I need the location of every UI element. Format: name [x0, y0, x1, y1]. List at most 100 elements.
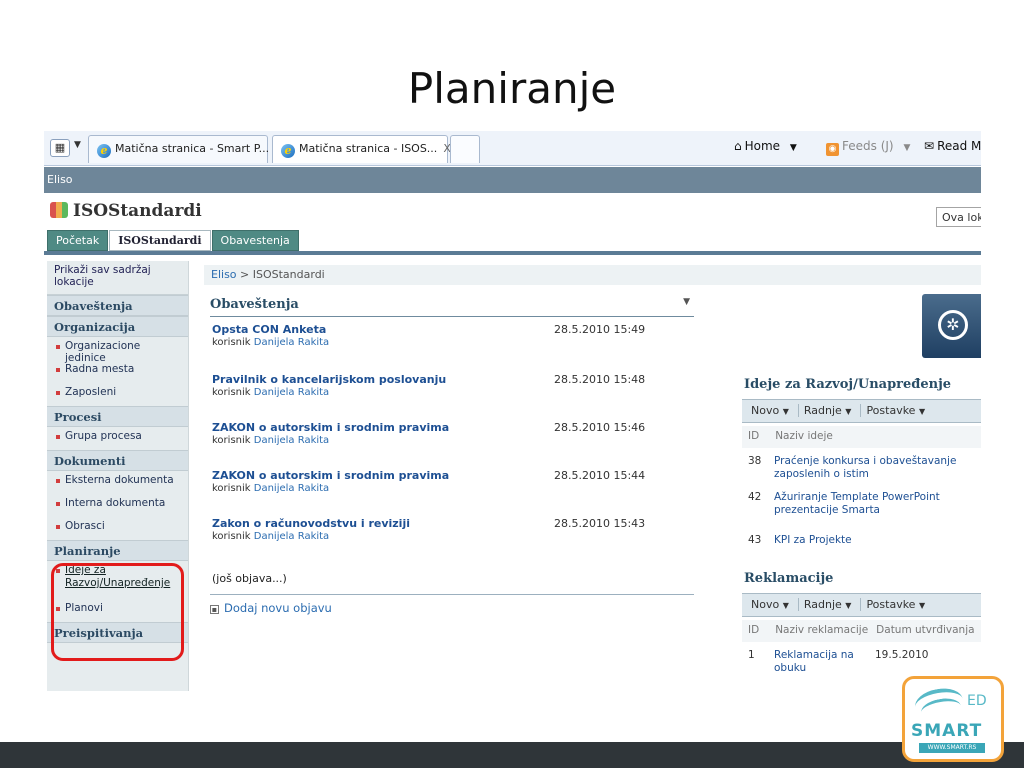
top-nav-pocetak[interactable]: Početak	[47, 230, 109, 251]
left-nav-item[interactable]: Zaposleni	[47, 383, 188, 406]
ie-icon: e	[281, 144, 295, 158]
search-scope-select[interactable]: Ova loka	[936, 207, 981, 227]
site-logo-icon	[50, 202, 68, 218]
author-link[interactable]: Danijela Rakita	[254, 387, 329, 398]
row-date: 19.5.2010	[875, 649, 929, 661]
row-name-link[interactable]: Reklamacija na obuku	[774, 649, 864, 675]
ideas-new-menu[interactable]: Novo ▼	[746, 404, 794, 417]
ideas-settings-menu[interactable]: Postavke ▼	[860, 404, 931, 417]
more-announcements-link[interactable]: (još objava...)	[212, 572, 287, 585]
chevron-down-icon[interactable]: ▼	[903, 143, 910, 153]
column-header-id[interactable]: ID	[746, 430, 759, 442]
row-id: 43	[748, 534, 762, 546]
column-header-name[interactable]: Naziv reklamacije	[775, 624, 868, 636]
left-nav-head-planiranje[interactable]: Planiranje	[47, 540, 188, 561]
author-link[interactable]: Danijela Rakita	[254, 435, 329, 446]
table-row: 42 Ažuriranje Template PowerPoint prezent…	[742, 491, 981, 521]
announcement-date: 28.5.2010 15:44	[554, 469, 646, 482]
menu-label: Radnje	[803, 598, 842, 611]
announcement-item: Zakon o računovodstvu i reviziji korisni…	[212, 517, 692, 542]
announcement-byline: korisnik Danijela Rakita	[212, 531, 692, 542]
site-logo[interactable]: ISOStandardi	[50, 201, 202, 221]
site-image: ✲	[922, 294, 981, 358]
left-nav-item[interactable]: Obrasci	[47, 517, 188, 540]
column-header-name[interactable]: Naziv ideje	[775, 430, 833, 442]
row-name-link[interactable]: Ažuriranje Template PowerPoint prezentac…	[774, 491, 974, 517]
menu-label: Radnje	[803, 404, 842, 417]
site-top-bar: Eliso	[44, 167, 981, 193]
browser-tab-bar: ▦ ▼ e Matična stranica - Smart P... e Mati…	[44, 131, 981, 166]
feeds-button[interactable]: ◉ Feeds (J) ▼	[826, 139, 910, 156]
row-name-link[interactable]: KPI za Projekte	[774, 534, 974, 547]
add-announcement-label: Dodaj novu objavu	[224, 601, 332, 615]
left-nav-head-organizacija[interactable]: Organizacija	[47, 316, 188, 337]
site-top-label[interactable]: Eliso	[47, 173, 73, 186]
ideas-column-headers: ID Naziv ideje	[742, 426, 981, 448]
logo-url: WWW.SMART.RS	[919, 743, 985, 753]
breadcrumb-separator: >	[236, 268, 253, 281]
chevron-down-icon[interactable]: ▼	[683, 297, 690, 307]
breadcrumb-current: ISOStandardi	[252, 268, 325, 281]
chevron-down-icon[interactable]: ▼	[790, 143, 797, 153]
browser-tab-1[interactable]: e Matična stranica - Smart P...	[88, 135, 269, 163]
ideas-title[interactable]: Ideje za Razvoj/Unapređenje	[744, 377, 951, 392]
add-announcement-link[interactable]: ▪ Dodaj novu objavu	[210, 601, 332, 615]
row-name-link[interactable]: Praćenje konkursa i obaveštavanje zaposl…	[774, 455, 974, 481]
new-tab-button[interactable]	[450, 135, 480, 163]
complaints-settings-menu[interactable]: Postavke ▼	[860, 598, 931, 611]
announcement-byline: korisnik Danijela Rakita	[212, 483, 692, 494]
left-nav-item[interactable]: Radna mesta	[47, 360, 188, 383]
logo-wordmark: SMART	[911, 721, 983, 741]
ideas-actions-menu[interactable]: Radnje ▼	[797, 404, 857, 417]
complaints-new-menu[interactable]: Novo ▼	[746, 598, 794, 611]
left-nav-item[interactable]: Interna dokumenta	[47, 494, 188, 517]
wheel-icon: ✲	[938, 310, 968, 340]
left-nav-item[interactable]: Organizacione jedinice	[47, 337, 188, 364]
left-nav-item[interactable]: Grupa procesa	[47, 427, 188, 450]
breadcrumb: Eliso > ISOStandardi	[204, 265, 981, 285]
chevron-down-icon: ▼	[782, 407, 789, 416]
announcement-byline: korisnik Danijela Rakita	[212, 337, 692, 348]
complaints-title[interactable]: Reklamacije	[744, 571, 833, 586]
announcement-item: ZAKON o autorskim i srodnim pravima kori…	[212, 421, 692, 446]
home-button[interactable]: ⌂ Home ▼	[734, 139, 797, 153]
author-link[interactable]: Danijela Rakita	[254, 531, 329, 542]
top-nav-obavestenja[interactable]: Obavestenja	[211, 230, 299, 251]
mail-icon: ✉	[924, 139, 935, 153]
tab-list-chevron-icon[interactable]: ▼	[74, 140, 81, 150]
complaints-actions-menu[interactable]: Radnje ▼	[797, 598, 857, 611]
slide-title: Planiranje	[407, 64, 617, 113]
browser-tab-2[interactable]: e Matična stranica - ISOS... X	[272, 135, 451, 163]
tab-label: Matična stranica - ISOS...	[299, 142, 438, 155]
announcement-item: ZAKON o autorskim i srodnim pravima kori…	[212, 469, 692, 494]
row-id: 42	[748, 491, 762, 503]
complaints-toolbar: Novo ▼ Radnje ▼ Postavke ▼	[742, 593, 981, 617]
byline-prefix: korisnik	[212, 387, 251, 398]
author-link[interactable]: Danijela Rakita	[254, 337, 329, 348]
column-header-date[interactable]: Datum utvrđivanja	[876, 624, 974, 636]
table-row: 38 Praćenje konkursa i obaveštavanje zapo…	[742, 455, 981, 485]
announcements-title[interactable]: Obaveštenja ▼	[210, 297, 694, 317]
view-all-content-link[interactable]: Prikaži sav sadržaj lokacije	[47, 261, 188, 295]
quick-tabs-icon[interactable]: ▦	[50, 139, 70, 157]
top-nav-isostandardi[interactable]: ISOStandardi	[109, 230, 211, 251]
left-nav-head-obavestenja[interactable]: Obaveštenja	[47, 295, 188, 316]
menu-label: Postavke	[866, 404, 916, 417]
row-id: 38	[748, 455, 762, 467]
read-mail-button[interactable]: ✉ Read M	[924, 139, 981, 153]
chevron-down-icon: ▼	[845, 407, 852, 416]
left-nav-item[interactable]: Eksterna dokumenta	[47, 471, 188, 494]
announcement-byline: korisnik Danijela Rakita	[212, 435, 692, 446]
feeds-label: Feeds (J)	[842, 139, 894, 153]
site-name: ISOStandardi	[73, 201, 202, 221]
logo-ed: ED	[967, 693, 987, 709]
announcements-title-text: Obaveštenja	[210, 297, 299, 312]
announcement-byline: korisnik Danijela Rakita	[212, 387, 692, 398]
announcement-date: 28.5.2010 15:43	[554, 517, 646, 530]
author-link[interactable]: Danijela Rakita	[254, 483, 329, 494]
menu-label: Novo	[751, 404, 780, 417]
left-nav-head-dokumenti[interactable]: Dokumenti	[47, 450, 188, 471]
left-nav-head-procesi[interactable]: Procesi	[47, 406, 188, 427]
breadcrumb-root-link[interactable]: Eliso	[211, 268, 237, 281]
column-header-id[interactable]: ID	[746, 624, 759, 636]
